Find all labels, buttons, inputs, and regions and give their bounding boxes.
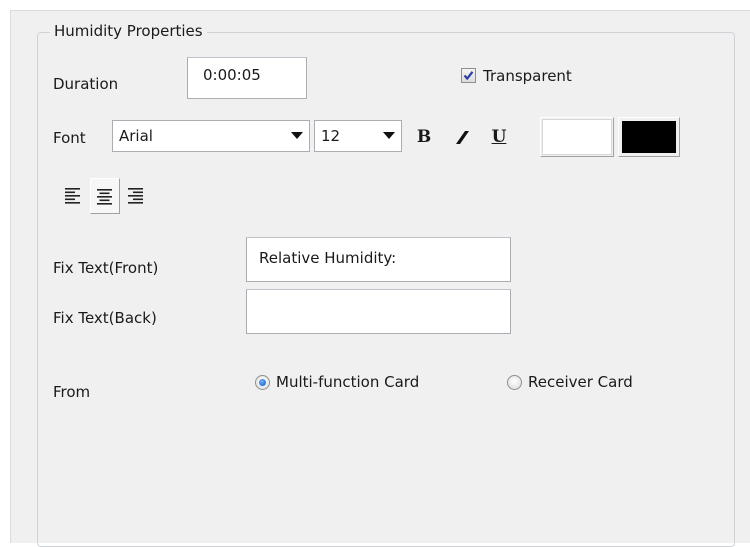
- background-color-button[interactable]: [540, 117, 614, 157]
- align-center-icon: [97, 189, 112, 205]
- font-size-value: 12: [321, 127, 341, 145]
- multi-function-card-label[interactable]: Multi-function Card: [276, 372, 419, 392]
- chevron-down-icon: [291, 132, 303, 139]
- fix-text-back-input[interactable]: [246, 289, 511, 334]
- background-color-swatch: [542, 119, 612, 155]
- duration-label: Duration: [53, 75, 119, 93]
- bold-button[interactable]: B: [413, 122, 435, 152]
- fix-text-back-label: Fix Text(Back): [53, 309, 157, 327]
- font-family-value: Arial: [119, 127, 153, 145]
- fix-text-front-label: Fix Text(Front): [53, 259, 159, 277]
- checkmark-icon: [463, 71, 474, 81]
- duration-input[interactable]: 0:00:05: [187, 57, 307, 99]
- underline-icon: U: [491, 127, 507, 147]
- fix-text-front-input[interactable]: Relative Humidity:: [246, 237, 511, 282]
- multi-function-card-radio[interactable]: [255, 375, 270, 390]
- duration-value: 0:00:05: [203, 66, 261, 84]
- foreground-color-button[interactable]: [618, 117, 680, 157]
- group-title: Humidity Properties: [50, 21, 207, 41]
- transparent-label[interactable]: Transparent: [483, 66, 572, 86]
- align-left-button[interactable]: [59, 178, 89, 214]
- align-left-icon: [65, 188, 80, 204]
- italic-icon: [456, 131, 469, 144]
- font-size-dropdown[interactable]: 12: [314, 120, 402, 152]
- from-label: From: [53, 383, 91, 401]
- receiver-card-label[interactable]: Receiver Card: [528, 372, 633, 392]
- align-center-button[interactable]: [90, 178, 120, 214]
- underline-button[interactable]: U: [488, 122, 510, 152]
- bold-icon: B: [416, 127, 432, 147]
- foreground-color-swatch: [622, 121, 676, 153]
- chevron-down-icon: [383, 132, 395, 139]
- transparent-checkbox[interactable]: [461, 68, 476, 83]
- font-family-dropdown[interactable]: Arial: [112, 120, 310, 152]
- radio-selected-dot: [259, 379, 266, 386]
- fix-text-front-value: Relative Humidity:: [259, 249, 397, 267]
- italic-button[interactable]: [450, 122, 474, 152]
- align-right-button[interactable]: [122, 178, 152, 214]
- align-right-icon: [128, 188, 143, 204]
- receiver-card-radio[interactable]: [507, 375, 522, 390]
- font-label: Font: [53, 129, 86, 147]
